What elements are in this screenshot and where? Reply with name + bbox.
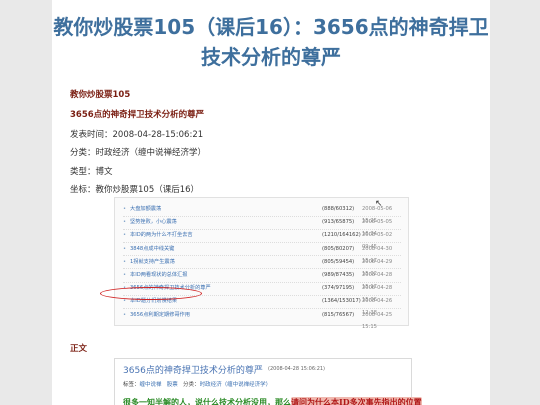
list-item-title[interactable]: 1拐就支持产生震荡 [130, 256, 175, 268]
list-item-title[interactable]: 3656点利期定期修哥作用 [130, 309, 190, 321]
list-item-counts: (1210/164162) [322, 232, 361, 239]
bullet-icon: • [123, 272, 127, 278]
highlight-circle [100, 287, 202, 300]
list-item-title[interactable]: 大盘加额震荡 [130, 203, 161, 215]
post-type: 类型：博文 [70, 167, 113, 177]
list-item-counts: (805/59454) [322, 258, 355, 265]
list-item-counts: (1364/153017) [322, 298, 361, 305]
list-item-counts: (805/80207) [322, 245, 355, 252]
cursor-icon: ↖ [375, 199, 383, 209]
list-item[interactable]: • 本ID的两为什么不打坐去吉 (1210/164162) 2008-05-02 09… [115, 229, 408, 250]
art-date: (2008-04-28 15:06:21) [268, 366, 326, 372]
bullet-icon: • [123, 245, 127, 252]
art-title: 3656点的神奇捍卫技术分析的尊严 [123, 366, 263, 376]
post-tag: 坐标：教你炒股票105（课后16） [70, 185, 200, 195]
list-item-counts: (913/65875) [322, 219, 355, 226]
list-item-counts: (989/87435) [322, 272, 355, 278]
list-item[interactable]: • 1拐就支持产生震荡 (805/59454) 2008-04-29 15:02 [115, 256, 408, 277]
bullet-icon: • [123, 232, 127, 239]
publish-time: 发表时间：2008-04-28-15:06:21 [70, 130, 204, 140]
blog-page: 教你炒股票105（课后16）：3656点的神奇捍卫技术分析的尊严 教你炒股票10… [52, 0, 490, 405]
body-label: 正文 [70, 344, 88, 354]
series-name: 教你炒股票105 [70, 90, 131, 100]
list-item-counts: (888/60312) [322, 206, 355, 212]
article-list-screenshot: • 大盘加额震荡 (888/60312) 2008-05-06 15:25 • 坚势挫败，… [114, 197, 409, 330]
article-subtitle: 3656点的神奇捍卫技术分析的尊严 [70, 110, 205, 120]
list-item[interactable]: • 坚势挫败，小心震荡 (913/65875) 2008-05-05 16:34 [115, 216, 408, 237]
art-first-line: 很多一知半解的人，说什么技术分析没用，那么请问为什么本ID多次事先指出的位置 [123, 397, 422, 405]
list-item-counts: (374/97195) [322, 285, 355, 292]
list-item[interactable]: • 3848点成中线关键 (805/80207) 2008-04-30 15:17 [115, 243, 408, 264]
category: 分类：时政经济（缠中说禅经济学） [70, 148, 207, 158]
art-meta: 标签：缠中说禅 股票 分类：时政经济（缠中说禅经济学） [123, 382, 272, 388]
page-title: 教你炒股票105（课后16）：3656点的神奇捍卫技术分析的尊严 [53, 15, 489, 69]
list-item[interactable]: • 3656点利期定期修哥作用 (815/76567) 2008-04-25 15:1… [115, 309, 408, 330]
list-item-title[interactable]: 坚势挫败，小心震荡 [130, 216, 177, 228]
bullet-icon: • [123, 219, 127, 226]
list-item[interactable]: • 本ID两看现状的总体汇报 (989/87435) 2008-04-28 15:17 [115, 269, 408, 290]
bullet-icon: • [123, 258, 127, 265]
list-item-title[interactable]: 本ID的两为什么不打坐去吉 [130, 229, 193, 241]
list-item[interactable]: • 大盘加额震荡 (888/60312) 2008-05-06 15:25 [115, 203, 408, 224]
article-header-screenshot: 3656点的神奇捍卫技术分析的尊严 (2008-04-28 15:06:21) … [114, 358, 422, 405]
list-item-title[interactable]: 3848点成中线关键 [130, 243, 174, 255]
bullet-icon: • [123, 206, 127, 212]
bullet-icon: • [123, 311, 127, 318]
list-item-counts: (815/76567) [322, 311, 355, 318]
list-item-date: 2008-04-25 15:15 [362, 311, 393, 330]
list-item-title[interactable]: 本ID两看现状的总体汇报 [130, 269, 187, 281]
